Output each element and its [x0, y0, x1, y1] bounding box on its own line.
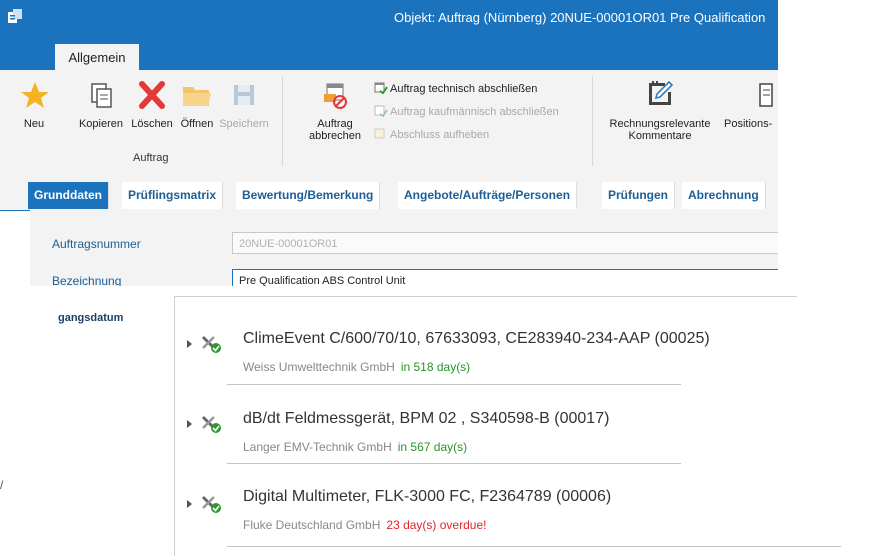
close-technical-action[interactable]: Auftrag technisch abschließen — [374, 82, 537, 95]
order-number-label: Auftragsnummer — [52, 237, 141, 251]
ribbon-separator — [282, 76, 283, 166]
app-icon — [8, 9, 22, 23]
new-button[interactable]: Neu — [20, 78, 49, 130]
title-bar: Objekt: Auftrag (Nürnberg) 20NUE-00001OR… — [0, 0, 778, 40]
close-technical-label: Auftrag technisch abschließen — [390, 83, 538, 95]
tab-abrechnung[interactable]: Abrechnung — [682, 182, 766, 209]
due-status: in 518 day(s) — [400, 360, 471, 374]
device-meta: Fluke Deutschland GmbH 23 day(s) overdue! — [243, 518, 486, 532]
row-divider — [227, 546, 841, 547]
ribbon-tab-bar: Allgemein — [0, 40, 778, 70]
reopen-action[interactable]: Abschluss aufheben — [374, 128, 489, 141]
delete-label: Löschen — [131, 118, 173, 130]
reopen-icon — [374, 128, 385, 139]
device-maker: Weiss Umwelttechnik GmbH — [243, 360, 395, 374]
new-label: Neu — [23, 118, 45, 130]
window-title: Objekt: Auftrag (Nürnberg) 20NUE-00001OR… — [394, 10, 766, 25]
list-item[interactable]: dB/dt Feldmessgerät, BPM 02 , S340598-B … — [175, 398, 896, 478]
device-maker: Langer EMV-Technik GmbH — [243, 440, 392, 454]
tab-angebote[interactable]: Angebote/Aufträge/Personen — [398, 182, 578, 209]
save-label: Speichern — [219, 118, 269, 130]
close-commercial-icon — [374, 105, 388, 117]
close-commercial-label: Auftrag kaufmännisch abschließen — [390, 106, 559, 118]
save-icon — [234, 85, 254, 105]
grunddaten-form: Auftragsnummer 20NUE-00001OR01 Bezeichnu… — [30, 210, 778, 286]
cancel-order-label-1: Auftrag — [317, 118, 353, 130]
billing-comments-label-2: Kommentare — [628, 130, 692, 142]
open-label: Öffnen — [180, 118, 214, 130]
cancel-order-label-2: abbrechen — [309, 130, 361, 142]
date-label-partial: gangsdatum — [58, 312, 124, 324]
ribbon: Neu Kopieren Löschen Öffnen Speichern Au… — [0, 70, 778, 175]
expand-caret-icon[interactable] — [187, 340, 192, 348]
tool-check-icon — [201, 495, 221, 513]
tab-allgemein[interactable]: Allgemein — [55, 44, 139, 70]
device-maker: Fluke Deutschland GmbH — [243, 518, 381, 532]
ribbon-separator — [592, 76, 593, 166]
ribbon-group-auftrag: Auftrag — [133, 152, 169, 164]
application-window: Objekt: Auftrag (Nürnberg) 20NUE-00001OR… — [0, 0, 778, 286]
open-button[interactable]: Öffnen — [178, 78, 216, 130]
content-tab-bar: Grunddaten Prüflingsmatrix Bewertung/Bem… — [0, 174, 778, 211]
tool-check-icon — [201, 335, 221, 353]
delete-button[interactable]: Löschen — [128, 78, 176, 130]
cancel-order-icon — [324, 83, 347, 109]
name-label: Bezeichnung — [52, 274, 122, 286]
device-title: Digital Multimeter, FLK-3000 FC, F236478… — [243, 488, 612, 505]
due-status-overdue: 23 day(s) overdue! — [386, 518, 487, 532]
device-meta: Weiss Umwelttechnik GmbH in 518 day(s) — [243, 360, 470, 374]
close-technical-icon — [374, 82, 388, 94]
list-item[interactable]: Digital Multimeter, FLK-3000 FC, F236478… — [175, 480, 896, 560]
device-title: ClimeEvent C/600/70/10, 67633093, CE2839… — [243, 330, 710, 347]
tab-prufungen[interactable]: Prüfungen — [602, 182, 675, 209]
positions-icon — [759, 83, 773, 107]
tab-grunddaten[interactable]: Grunddaten — [28, 182, 109, 209]
due-status: in 567 day(s) — [397, 440, 468, 454]
positions-label: Positions- — [724, 118, 773, 130]
copy-label: Kopieren — [78, 118, 124, 130]
row-divider — [227, 463, 681, 464]
row-divider — [227, 384, 681, 385]
device-list-popup: ClimeEvent C/600/70/10, 67633093, CE2839… — [174, 296, 896, 556]
device-title: dB/dt Feldmessgerät, BPM 02 , S340598-B … — [243, 410, 610, 427]
tab-bewertung[interactable]: Bewertung/Bemerkung — [236, 182, 381, 209]
comment-edit-icon — [649, 80, 674, 105]
copy-icon — [91, 83, 112, 108]
device-meta: Langer EMV-Technik GmbH in 567 day(s) — [243, 440, 467, 454]
close-commercial-action[interactable]: Auftrag kaufmännisch abschließen — [374, 105, 559, 118]
positions-button[interactable]: Positions- — [724, 78, 778, 130]
tool-check-icon — [201, 415, 221, 433]
stray-mark: / — [0, 478, 4, 492]
reopen-label: Abschluss aufheben — [390, 129, 490, 141]
popup-top-border — [175, 296, 797, 297]
billing-comments-button[interactable]: Rechnungsrelevante Kommentare — [598, 78, 722, 142]
name-field[interactable]: Pre Qualification ABS Control Unit — [232, 269, 778, 286]
billing-comments-label-1: Rechnungsrelevante — [609, 118, 711, 130]
copy-button[interactable]: Kopieren — [77, 78, 125, 130]
star-icon — [21, 82, 49, 108]
save-button[interactable]: Speichern — [218, 78, 270, 130]
expand-caret-icon[interactable] — [187, 500, 192, 508]
expand-caret-icon[interactable] — [187, 420, 192, 428]
delete-x-icon — [139, 81, 165, 109]
order-number-field[interactable]: 20NUE-00001OR01 — [232, 232, 778, 254]
cancel-order-button[interactable]: Auftrag abbrechen — [305, 78, 365, 142]
folder-icon — [183, 87, 211, 106]
tab-pruflingsmatrix[interactable]: Prüflingsmatrix — [122, 182, 224, 209]
